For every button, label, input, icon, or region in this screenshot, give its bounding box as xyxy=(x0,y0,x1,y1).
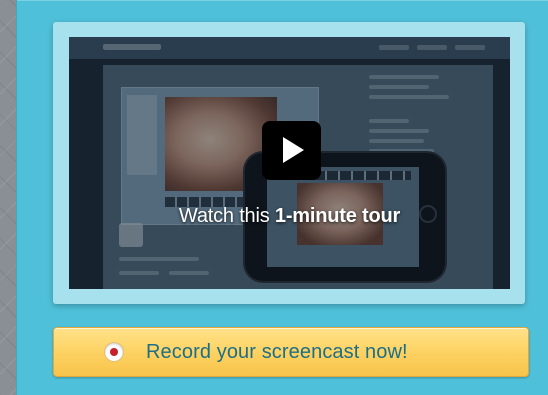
play-button[interactable] xyxy=(262,121,321,180)
play-icon xyxy=(283,137,304,163)
video-caption-prefix: Watch this xyxy=(178,205,275,227)
video-caption-bold: 1-minute tour xyxy=(274,205,401,227)
promo-panel: Watch this 1-minute tour Record your scr… xyxy=(16,0,548,395)
video-player[interactable]: Watch this 1-minute tour xyxy=(69,37,510,289)
record-icon xyxy=(105,343,123,361)
record-screencast-button[interactable]: Record your screencast now! xyxy=(53,327,529,377)
video-caption: Watch this 1-minute tour xyxy=(69,205,510,228)
record-button-label: Record your screencast now! xyxy=(146,340,408,363)
video-frame: Watch this 1-minute tour xyxy=(53,22,525,304)
